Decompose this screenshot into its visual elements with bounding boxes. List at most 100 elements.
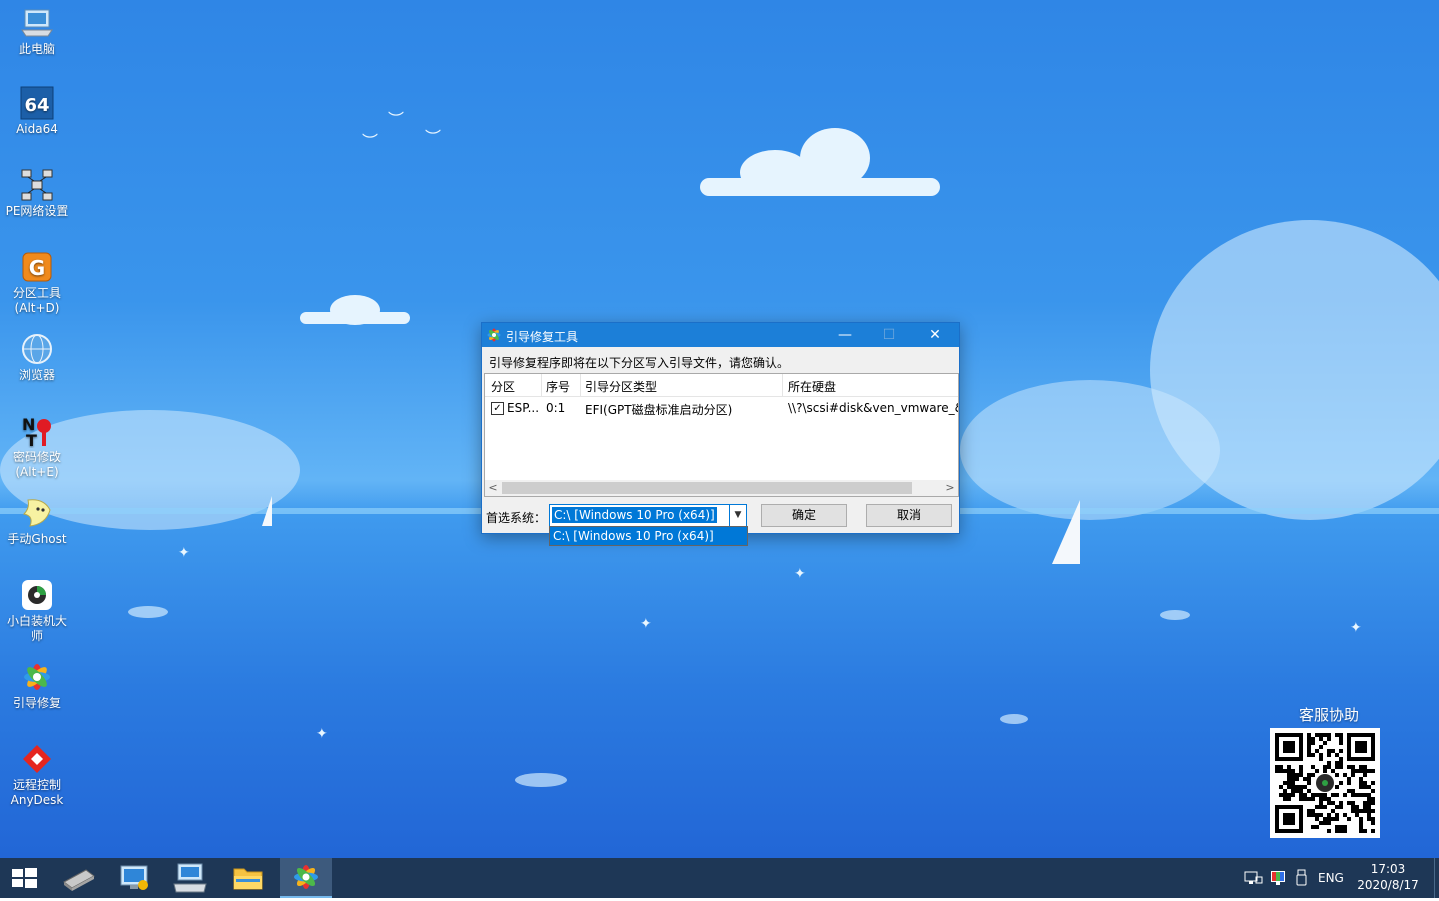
- taskbar-app-drive[interactable]: [52, 858, 104, 898]
- ghost-icon: [20, 496, 54, 530]
- scroll-left-icon[interactable]: <: [485, 480, 501, 496]
- monitor-settings-icon: [120, 865, 148, 890]
- taskbar: ENG 17:03 2020/8/17: [0, 858, 1439, 898]
- boot-repair-icon: [294, 865, 318, 889]
- dialog-title: 引导修复工具: [506, 330, 579, 344]
- taskbar-app-remote[interactable]: [164, 858, 216, 898]
- show-desktop-button[interactable]: [1434, 858, 1439, 898]
- boot-repair-icon: [486, 327, 502, 343]
- desktop-icon-anydesk[interactable]: 远程控制 AnyDesk: [0, 742, 74, 808]
- display-tray-icon[interactable]: [1270, 870, 1288, 889]
- desktop-icon-label: 浏览器: [18, 368, 55, 382]
- column-divider[interactable]: [782, 374, 783, 396]
- desktop-icon-label: Aida64: [16, 122, 58, 136]
- row-checkbox[interactable]: ✓: [491, 402, 504, 415]
- desktop-icon-label-line2: AnyDesk: [10, 793, 64, 807]
- combobox-option[interactable]: C:\ [Windows 10 Pro (x64)]: [550, 529, 714, 543]
- language-indicator[interactable]: ENG: [1318, 871, 1344, 885]
- cell-type: EFI(GPT磁盘标准启动分区): [585, 403, 733, 417]
- sparkle-decoration: ✦: [316, 726, 328, 742]
- windows-logo-icon: [12, 868, 37, 888]
- desktop-icon-pe-network[interactable]: PE网络设置: [0, 168, 74, 219]
- cell-disk: \\?\scsi#disk&ven_vmware_&: [788, 401, 958, 415]
- desktop-icon-label: 分区工具: [12, 286, 61, 300]
- desktop-icon-boot-repair[interactable]: 引导修复: [0, 660, 74, 711]
- desktop-icon-ghost[interactable]: 手动Ghost: [0, 496, 74, 547]
- column-header-disk[interactable]: 所在硬盘: [788, 378, 836, 395]
- column-header-index[interactable]: 序号: [546, 378, 570, 395]
- desktop-icon-password[interactable]: NT 密码修改 (Alt+E): [0, 414, 74, 480]
- desktop-icon-browser[interactable]: 浏览器: [0, 332, 74, 383]
- table-row[interactable]: ✓ ESP... 0:1 EFI(GPT磁盘标准启动分区) \\?\scsi#d…: [485, 399, 958, 417]
- svg-text:G: G: [29, 256, 45, 280]
- qr-title: 客服协助: [1298, 706, 1359, 724]
- list-header: 分区 序号 引导分区类型 所在硬盘: [485, 374, 958, 397]
- desktop-icon-label-line2: 师: [30, 629, 43, 643]
- sparkle-decoration: ✦: [794, 566, 806, 582]
- folder-icon: [233, 868, 263, 890]
- close-button[interactable]: ✕: [913, 323, 957, 347]
- desktop-icon-aida64[interactable]: 64 Aida64: [0, 86, 74, 137]
- clock-time[interactable]: 17:03: [1353, 862, 1423, 876]
- desktop-icon-label: 手动Ghost: [7, 532, 67, 546]
- scroll-right-icon[interactable]: >: [942, 480, 958, 496]
- taskbar-app-control[interactable]: [108, 858, 160, 898]
- qr-code-image: [1275, 733, 1375, 833]
- start-button[interactable]: [0, 858, 48, 898]
- cancel-button[interactable]: 取消: [866, 504, 952, 527]
- desktop-icon-this-pc[interactable]: 此电脑: [0, 6, 74, 57]
- sailboat-decoration: [1052, 500, 1080, 564]
- column-divider[interactable]: [541, 374, 542, 396]
- desktop-icon-label: 引导修复: [12, 696, 61, 710]
- network-tray-icon[interactable]: [1244, 870, 1264, 889]
- ok-button[interactable]: 确定: [761, 504, 847, 527]
- bird-decoration: ︶: [425, 128, 442, 147]
- computer-icon: [20, 6, 54, 40]
- column-divider[interactable]: [580, 374, 581, 396]
- desktop-icon-xiaobai-installer[interactable]: 小白装机大 师: [0, 578, 74, 644]
- column-header-partition[interactable]: 分区: [491, 378, 515, 395]
- cloud-decoration: [128, 606, 168, 618]
- cloud-decoration: [1160, 610, 1190, 620]
- cloud-decoration: [515, 773, 567, 787]
- sparkle-decoration: ✦: [640, 616, 652, 632]
- maximize-button[interactable]: ☐: [867, 323, 911, 347]
- sparkle-decoration: ✦: [178, 545, 190, 561]
- bird-decoration: ︶: [388, 110, 405, 129]
- cloud-decoration: [700, 178, 940, 196]
- qr-code: [1270, 728, 1380, 838]
- svg-text:T: T: [26, 431, 37, 448]
- column-header-type[interactable]: 引导分区类型: [585, 378, 657, 395]
- anydesk-icon: [20, 742, 54, 776]
- minimize-button[interactable]: —: [823, 323, 867, 347]
- boot-repair-icon: [20, 660, 54, 694]
- desktop-icon-label: PE网络设置: [5, 204, 69, 218]
- desktop-icon-partition-tool[interactable]: G 分区工具 (Alt+D): [0, 250, 74, 316]
- dialog-titlebar[interactable]: 引导修复工具 — ☐ ✕: [482, 323, 959, 347]
- cloud-decoration: [1000, 714, 1028, 724]
- preferred-system-label: 首选系统：: [486, 511, 547, 525]
- sparkle-decoration: ✦: [1350, 620, 1362, 636]
- horizontal-scrollbar[interactable]: < >: [485, 480, 958, 496]
- clock-date[interactable]: 2020/8/17: [1353, 878, 1423, 892]
- cell-partition: ESP...: [507, 401, 540, 415]
- partition-tool-icon: G: [20, 250, 54, 284]
- dialog-instruction: 引导修复程序即将在以下分区写入引导文件，请您确认。: [489, 356, 790, 370]
- hard-drive-icon: [63, 869, 95, 891]
- preferred-system-combobox[interactable]: C:\ [Windows 10 Pro (x64)] ▼: [549, 504, 747, 527]
- cloud-decoration: [300, 312, 410, 324]
- keyboard-monitor-icon: [173, 863, 207, 893]
- combobox-value: C:\ [Windows 10 Pro (x64)]: [552, 507, 717, 523]
- scrollbar-thumb[interactable]: [502, 482, 912, 494]
- partition-list[interactable]: 分区 序号 引导分区类型 所在硬盘 ✓ ESP... 0:1 EFI(GPT磁盘…: [484, 373, 959, 497]
- taskbar-app-explorer[interactable]: [222, 858, 274, 898]
- desktop-icon-label: 小白装机大: [6, 614, 67, 628]
- boot-repair-dialog: 引导修复工具 — ☐ ✕ 引导修复程序即将在以下分区写入引导文件，请您确认。 分…: [481, 322, 960, 534]
- installer-icon: [20, 578, 54, 612]
- aida64-icon: 64: [20, 86, 54, 120]
- taskbar-app-boot-repair[interactable]: [280, 858, 332, 898]
- desktop-icon-label: 此电脑: [18, 42, 55, 56]
- chevron-down-icon[interactable]: ▼: [729, 505, 746, 526]
- browser-icon: [20, 332, 54, 366]
- usb-tray-icon[interactable]: [1296, 869, 1308, 890]
